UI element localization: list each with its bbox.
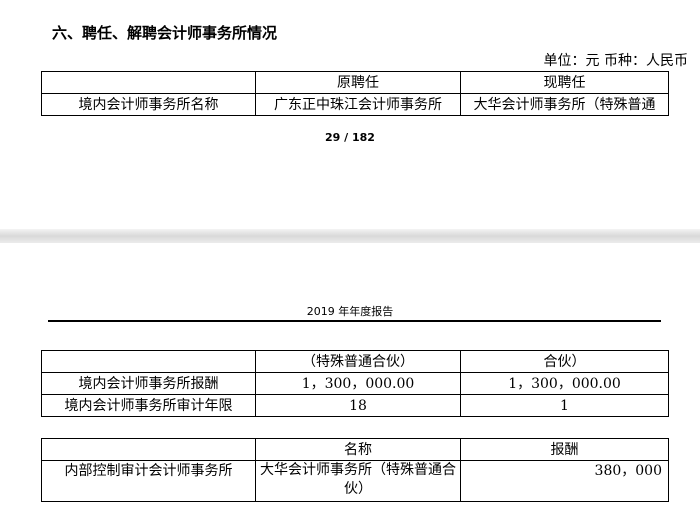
table-row: （特殊普通合伙） 合伙）: [41, 350, 669, 373]
table-cell: 1，300，000.00: [460, 372, 669, 395]
unit-currency-note: 单位：元 币种：人民币: [543, 53, 688, 69]
table-header-cell: [41, 71, 256, 94]
internal-control-auditor-table: 名称 报酬 内部控制审计会计师事务所 大华会计师事务所（特殊普通合伙） 380，…: [41, 438, 669, 502]
table-row: 内部控制审计会计师事务所 大华会计师事务所（特殊普通合伙） 380，000: [41, 460, 669, 502]
table-cell: [41, 350, 256, 373]
page-29: 六、聘任、解聘会计师事务所情况 单位：元 币种：人民币 原聘任 现聘任 境内会计…: [0, 0, 700, 229]
table-cell: 广东正中珠江会计师事务所: [255, 93, 461, 116]
table-cell: 境内会计师事务所审计年限: [41, 394, 256, 417]
table-header-cell: 现聘任: [460, 71, 669, 94]
table-row: 原聘任 现聘任: [41, 71, 669, 94]
table-header-cell: [41, 438, 256, 461]
table-cell: 境内会计师事务所报酬: [41, 372, 256, 395]
table-row: 境内会计师事务所报酬 1，300，000.00 1，300，000.00: [41, 372, 669, 395]
table-cell: 1，300，000.00: [255, 372, 461, 395]
table-cell: 18: [255, 394, 461, 417]
table-row: 境内会计师事务所名称 广东正中珠江会计师事务所 大华会计师事务所（特殊普通: [41, 93, 669, 116]
table-cell: 大华会计师事务所（特殊普通: [460, 93, 669, 116]
table-header-cell: 报酬: [460, 438, 669, 461]
table-cell: 380，000: [460, 460, 669, 502]
section-heading: 六、聘任、解聘会计师事务所情况: [52, 24, 278, 42]
table-header-cell: 名称: [255, 438, 461, 461]
table-cell: 合伙）: [460, 350, 669, 373]
table-header-cell: 原聘任: [255, 71, 461, 94]
table-cell: 1: [460, 394, 669, 417]
table-cell: 大华会计师事务所（特殊普通合伙）: [255, 460, 461, 502]
table-row: 名称 报酬: [41, 438, 669, 461]
report-header: 2019 年年度报告: [306, 305, 394, 318]
page-separator: [0, 229, 700, 243]
table-cell: 内部控制审计会计师事务所: [41, 460, 256, 502]
table-cell: （特殊普通合伙）: [255, 350, 461, 373]
page-number: 29 / 182: [325, 131, 375, 144]
header-rule: [48, 320, 661, 322]
table-cell: 境内会计师事务所名称: [41, 93, 256, 116]
auditor-fee-table: （特殊普通合伙） 合伙） 境内会计师事务所报酬 1，300，000.00 1，3…: [41, 350, 669, 417]
table-row: 境内会计师事务所审计年限 18 1: [41, 394, 669, 417]
auditor-name-table: 原聘任 现聘任 境内会计师事务所名称 广东正中珠江会计师事务所 大华会计师事务所…: [41, 71, 669, 116]
